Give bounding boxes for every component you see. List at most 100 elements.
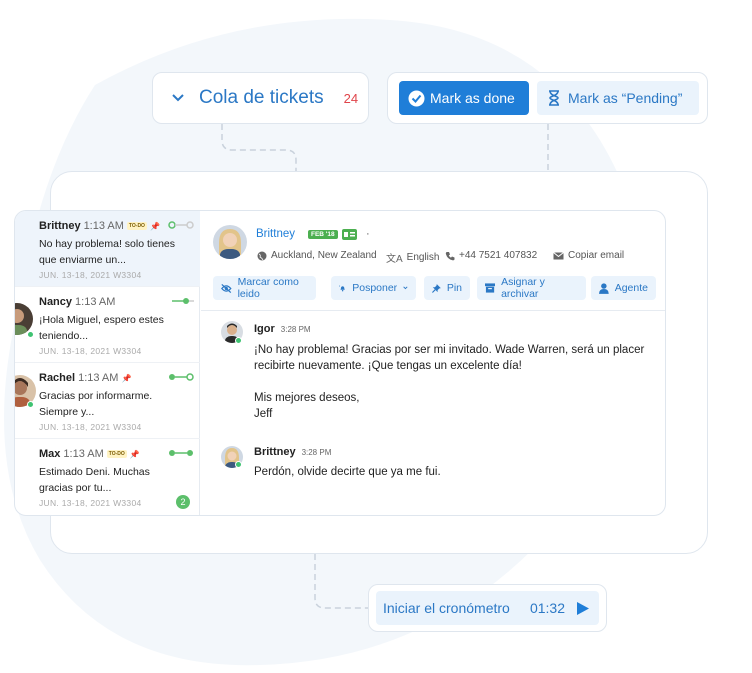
conversation-date: JUN. 13-18, 2021 W3304	[39, 270, 142, 280]
ticket-queue-selector[interactable]: Cola de tickets 24	[152, 72, 369, 124]
hourglass-icon	[549, 90, 559, 106]
message-line: Mis mejores deseos,	[254, 392, 360, 404]
message-line: recibirte nuevamente. ¡Que tengas un exc…	[254, 360, 522, 372]
id-card-icon	[342, 229, 357, 240]
play-icon[interactable]	[577, 601, 589, 615]
agent-button[interactable]: Agente	[591, 276, 656, 300]
online-indicator	[27, 331, 34, 338]
conversation-item[interactable]: Max 1:13 AM TO-DO 📌 Estimado Deni. Muchas g…	[15, 439, 200, 515]
check-circle-icon	[408, 90, 425, 106]
online-indicator	[235, 461, 242, 468]
status-track-icon	[168, 221, 194, 229]
pin-icon: 📌	[129, 450, 140, 459]
message-author: Igor	[254, 323, 275, 335]
conversation-time: 1:13 AM	[63, 448, 104, 460]
message-line	[254, 374, 654, 390]
dot-separator: ·	[366, 228, 370, 240]
todo-badge: TO-DO	[126, 222, 147, 231]
message-author-line: Igor 3:28 PM	[254, 323, 311, 335]
pin-button[interactable]: Pin	[424, 276, 470, 300]
email-text: Copiar email	[568, 250, 625, 261]
postpone-button[interactable]: z Posponer	[331, 276, 416, 300]
member-since-tag: FEB '18	[308, 230, 338, 239]
message-body: ¡No hay problema! Gracias por ser mi inv…	[254, 342, 654, 422]
message-author: Brittney	[254, 446, 296, 458]
contact-phone: +44 7521 407832	[445, 250, 537, 261]
conversation-preview: ¡Hola Miguel, espero estes teniendo...	[39, 314, 164, 342]
todo-badge: TO-DO	[106, 450, 127, 459]
assign-archive-label: Asignar y archivar	[501, 276, 545, 300]
queue-count: 24	[343, 90, 359, 106]
message-line: Perdón, olvide decirte que ya me fui.	[254, 466, 441, 478]
pin-icon: 📌	[149, 222, 160, 231]
archive-icon	[485, 283, 496, 293]
status-track-icon	[169, 373, 194, 381]
contact-name[interactable]: Brittney	[256, 228, 295, 240]
start-timer-button[interactable]: Iniciar el cronómetro 01:32	[376, 591, 599, 625]
divider	[201, 310, 665, 311]
conversation-detail: Brittney FEB '18 · Auckland, New Zealand…	[201, 211, 665, 515]
conversation-window: Brittney 1:13 AM TO-DO 📌 No hay problema! s…	[14, 210, 666, 516]
pin-icon	[432, 283, 441, 293]
contact-avatar	[213, 225, 247, 259]
pin-icon: 📌	[121, 374, 132, 383]
unread-count-badge: 2	[176, 495, 190, 509]
status-track-icon	[169, 450, 193, 456]
pin-label: Pin	[446, 282, 462, 294]
conversation-preview: Estimado Deni. Muchas gracias por tu...	[39, 466, 150, 494]
conversation-name: Max	[39, 448, 61, 460]
queue-label: Cola de tickets	[199, 87, 324, 108]
conversation-time: 1:13 AM	[78, 372, 119, 384]
timer-label: Iniciar el cronómetro	[383, 600, 510, 616]
location-text: Auckland, New Zealand	[271, 250, 377, 261]
conversation-name: Brittney	[39, 220, 81, 232]
postpone-label: Posponer	[352, 282, 398, 294]
message-time: 3:28 PM	[280, 325, 311, 334]
message-author-line: Brittney 3:28 PM	[254, 446, 331, 458]
conversation-name: Nancy	[39, 296, 73, 308]
svg-text:z: z	[339, 285, 341, 288]
mark-as-pending-label: Mark as “Pending”	[568, 90, 683, 106]
message-time: 3:28 PM	[301, 448, 332, 457]
chevron-down-icon	[403, 286, 408, 290]
mark-read-button[interactable]: Marcar como leido	[213, 276, 316, 300]
conversation-time: 1:13 AM	[83, 220, 124, 232]
conversation-name: Rachel	[39, 372, 76, 384]
language-text: English	[406, 252, 440, 263]
conversation-date: JUN. 13-18, 2021 W3304	[39, 498, 142, 508]
eye-off-icon	[221, 283, 232, 293]
snooze-icon: z	[339, 285, 346, 292]
phone-text: +44 7521 407832	[459, 250, 538, 261]
mark-read-label: Marcar como leido	[237, 276, 299, 300]
timer-value: 01:32	[529, 600, 565, 616]
contact-location: Auckland, New Zealand	[257, 250, 377, 261]
status-track-icon	[172, 298, 194, 304]
online-indicator	[27, 401, 34, 408]
conversation-item[interactable]: Rachel 1:13 AM 📌 Gracias por informarme. S…	[15, 363, 200, 439]
mark-as-pending-button[interactable]: Mark as “Pending”	[537, 81, 699, 115]
conversation-item[interactable]: Brittney 1:13 AM TO-DO 📌 No hay problema! s…	[15, 211, 200, 287]
user-icon	[599, 282, 609, 294]
assign-archive-button[interactable]: Asignar y archivar	[477, 276, 586, 300]
globe-icon	[257, 251, 267, 260]
conversation-date: JUN. 13-18, 2021 W3304	[39, 422, 142, 432]
chevron-down-icon	[172, 94, 184, 102]
contact-language: 文A English	[386, 250, 439, 265]
agent-label: Agente	[614, 282, 648, 294]
copy-email-link[interactable]: Copiar email	[553, 250, 624, 261]
phone-icon	[445, 251, 455, 260]
conversation-item[interactable]: Nancy 1:13 AM ¡Hola Miguel, espero estes …	[15, 287, 200, 363]
mark-as-done-label: Mark as done	[430, 90, 515, 106]
conversation-date: JUN. 13-18, 2021 W3304	[39, 346, 142, 356]
translate-icon: 文A	[386, 254, 403, 265]
message-line: Jeff	[254, 408, 273, 420]
conversation-list: Brittney 1:13 AM TO-DO 📌 No hay problema! s…	[15, 211, 200, 515]
timer-card: Iniciar el cronómetro 01:32	[368, 584, 607, 632]
ticket-actions: Mark as done Mark as “Pending”	[387, 72, 708, 124]
conversation-preview: No hay problema! solo tienes que enviarm…	[39, 238, 175, 266]
message-line: ¡No hay problema! Gracias por ser mi inv…	[254, 344, 645, 356]
conversation-time: 1:13 AM	[75, 296, 116, 308]
message-body: Perdón, olvide decirte que ya me fui.	[254, 464, 654, 480]
mark-as-done-button[interactable]: Mark as done	[399, 81, 529, 115]
online-indicator	[235, 337, 242, 344]
